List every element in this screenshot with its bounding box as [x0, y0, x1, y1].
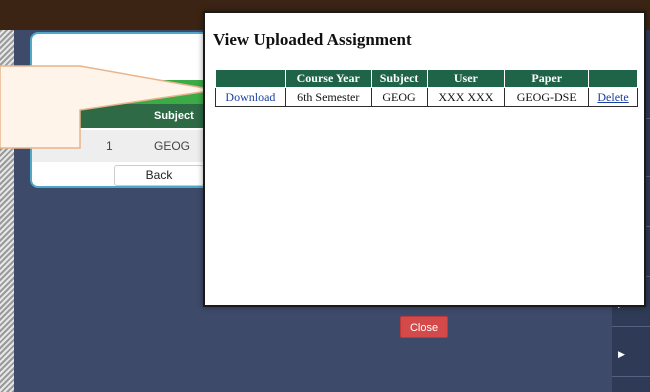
download-link[interactable]: Download [225, 90, 275, 104]
column-header-subject: Subject [370, 69, 428, 88]
column-header-user: User [426, 69, 506, 88]
column-header-delete [588, 69, 638, 88]
left-hatched-edge [0, 30, 14, 392]
delete-cell: Delete [588, 87, 638, 107]
assignment-table: Course Year Subject User Paper Download … [215, 69, 638, 107]
menu-divider [612, 326, 650, 327]
column-header-paper: Paper [504, 69, 590, 88]
upload-modal: View Uploaded Assignment Course Year Sub… [203, 11, 646, 307]
user-cell: XXX XXX [426, 87, 506, 107]
delete-link[interactable]: Delete [597, 90, 628, 104]
course-year-cell: 6th Semester [284, 87, 372, 107]
close-button[interactable]: Close [400, 316, 448, 338]
column-header-course-year: Course Year [284, 69, 372, 88]
panel-header-bar [32, 80, 218, 104]
download-cell: Download [215, 87, 286, 107]
download-link[interactable]: Download [32, 139, 79, 151]
menu-divider [612, 376, 650, 377]
row-index: 1 [106, 139, 113, 153]
table-header-row: Course Year Subject User Paper [215, 69, 638, 88]
background-table-row: Download 1 GEOG [32, 130, 218, 162]
table-row: Download 6th Semester GEOG XXX XXX GEOG-… [215, 87, 638, 107]
row-subject: GEOG [154, 139, 191, 153]
back-button[interactable]: Back [114, 165, 204, 186]
subject-cell: GEOG [370, 87, 428, 107]
paper-cell: GEOG-DSE [504, 87, 590, 107]
column-header-action [215, 69, 286, 88]
column-header-subject: Subject [154, 110, 194, 122]
chevron-right-icon[interactable]: ▶ [618, 350, 625, 360]
background-table-header: Subject [32, 104, 218, 128]
background-panel: Subject Download 1 GEOG Back [30, 32, 220, 188]
modal-title: View Uploaded Assignment [213, 30, 412, 49]
